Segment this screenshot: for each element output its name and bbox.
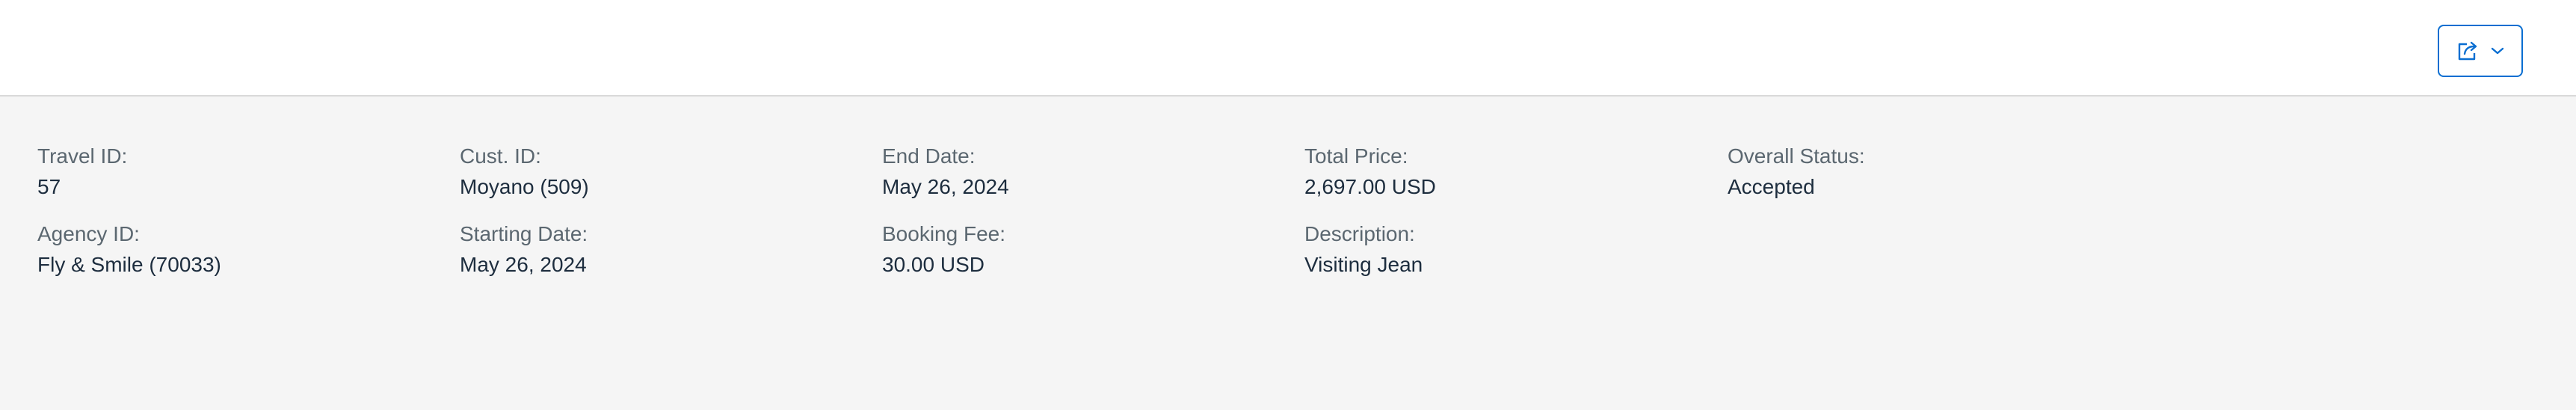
starting-date-label: Starting Date: [460,222,588,245]
cust-id-label: Cust. ID: [460,144,541,168]
booking-fee-field: Booking Fee: 30.00 USD [882,221,1271,278]
overall-status-value: Accepted [1728,175,1815,198]
share-icon [2456,40,2480,62]
agency-id-label: Agency ID: [37,222,140,245]
overall-status-field: Overall Status: Accepted [1728,144,2116,201]
overall-status-label: Overall Status: [1728,144,1865,168]
travel-id-value: 57 [37,175,61,198]
object-page-title-bar [0,0,2576,97]
share-menu-button[interactable] [2438,25,2523,77]
cust-id-field: Cust. ID: Moyano (509) [460,144,848,201]
starting-date-value: May 26, 2024 [460,253,587,276]
cust-id-value: Moyano (509) [460,175,589,198]
travel-id-label: Travel ID: [37,144,128,168]
chevron-down-icon [2491,46,2504,55]
starting-date-field: Starting Date: May 26, 2024 [460,221,848,278]
total-price-label: Total Price: [1304,144,1408,168]
booking-fee-label: Booking Fee: [882,222,1005,245]
description-value: Visiting Jean [1304,253,1423,276]
header-content: Travel ID: 57 Agency ID: Fly & Smile (70… [0,97,2576,410]
total-price-value: 2,697.00 USD [1304,175,1436,198]
total-price-field: Total Price: 2,697.00 USD [1304,144,1693,201]
end-date-field: End Date: May 26, 2024 [882,144,1271,201]
agency-id-value: Fly & Smile (70033) [37,253,221,276]
description-label: Description: [1304,222,1415,245]
end-date-label: End Date: [882,144,976,168]
end-date-value: May 26, 2024 [882,175,1009,198]
booking-fee-value: 30.00 USD [882,253,985,276]
description-field: Description: Visiting Jean [1304,221,1693,278]
agency-id-field: Agency ID: Fly & Smile (70033) [37,221,426,278]
travel-id-field: Travel ID: 57 [37,144,426,201]
